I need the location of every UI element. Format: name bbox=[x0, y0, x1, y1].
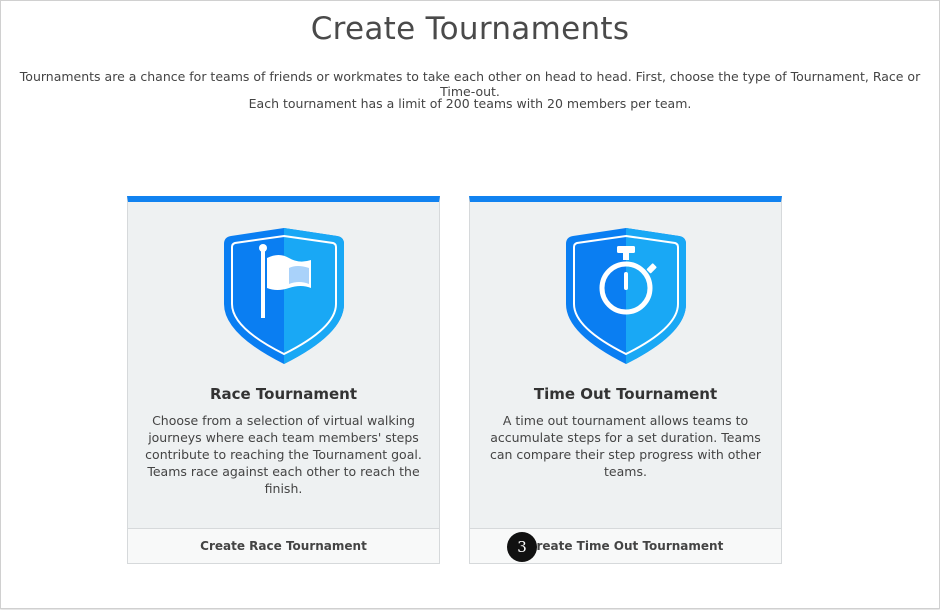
page-title: Create Tournaments bbox=[310, 11, 630, 47]
race-tournament-title: Race Tournament bbox=[209, 385, 358, 403]
race-tournament-description: Choose from a selection of virtual walki… bbox=[145, 413, 422, 496]
timeout-tournament-title: Time Out Tournament bbox=[533, 385, 718, 403]
limit-text: Each tournament has a limit of 200 teams… bbox=[248, 96, 692, 111]
intro-text: Tournaments are a chance for teams of fr… bbox=[19, 69, 921, 99]
stopwatch-shield-icon bbox=[566, 228, 686, 364]
flag-shield-icon bbox=[224, 228, 344, 364]
create-race-tournament-button[interactable]: Create Race Tournament bbox=[128, 528, 439, 563]
step-number-marker: 3 bbox=[507, 532, 537, 562]
race-tournament-card: Race Tournament Choose from a selection … bbox=[127, 196, 440, 564]
timeout-tournament-description: A time out tournament allows teams to ac… bbox=[489, 413, 762, 479]
timeout-tournament-card: Time Out Tournament A time out tournamen… bbox=[469, 196, 782, 564]
